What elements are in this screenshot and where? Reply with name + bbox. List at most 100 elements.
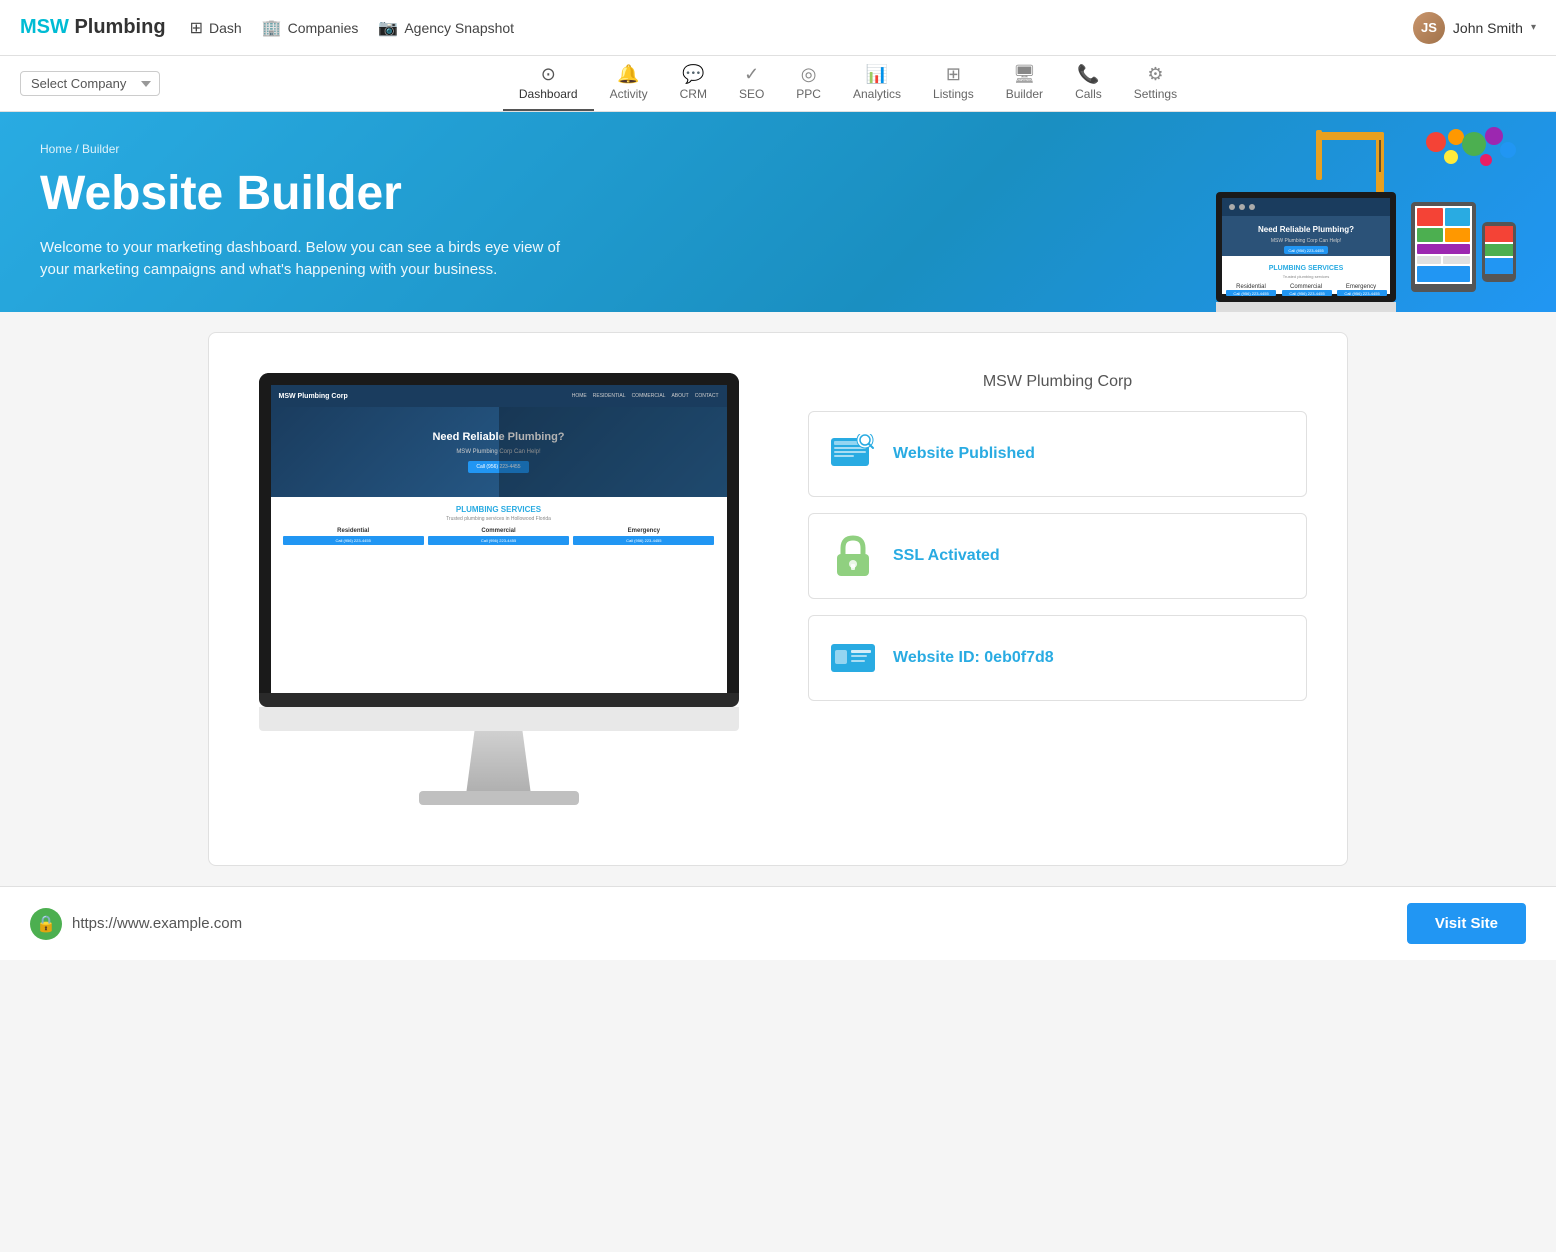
tab-ppc-label: PPC xyxy=(796,87,821,101)
tab-activity[interactable]: 🔔 Activity xyxy=(594,56,664,111)
tab-ppc[interactable]: ◎ PPC xyxy=(780,56,837,111)
tab-settings-label: Settings xyxy=(1134,87,1177,101)
imac-wrapper: MSW Plumbing Corp HOME RESIDENTIAL COMME… xyxy=(259,373,739,805)
imac-nav: MSW Plumbing Corp HOME RESIDENTIAL COMME… xyxy=(271,385,727,407)
companies-icon: 🏢 xyxy=(262,18,282,38)
svg-text:Residential: Residential xyxy=(1236,284,1266,290)
nav-snapshot-label: Agency Snapshot xyxy=(404,20,514,36)
website-id-label: Website ID: 0eb0f7d8 xyxy=(893,649,1054,667)
brand-msw: MSW xyxy=(20,16,69,38)
tab-listings[interactable]: ⊞ Listings xyxy=(917,56,990,111)
analytics-tab-icon: 📊 xyxy=(866,64,888,85)
imac-services: Residential Call (956) 223-4455 Commerci… xyxy=(283,528,715,545)
url-https: https:// xyxy=(72,915,117,932)
imac-service-btn: Call (956) 223-4455 xyxy=(573,536,714,545)
main-content: MSW Plumbing Corp HOME RESIDENTIAL COMME… xyxy=(178,312,1378,886)
status-card-published: Website Published xyxy=(808,411,1307,497)
tab-analytics-label: Analytics xyxy=(853,87,901,101)
illustration-svg: Need Reliable Plumbing? MSW Plumbing Cor… xyxy=(1196,122,1516,312)
status-card-id: Website ID: 0eb0f7d8 xyxy=(808,615,1307,701)
tab-seo-label: SEO xyxy=(739,87,764,101)
svg-text:Call (956) 223-4455: Call (956) 223-4455 xyxy=(1289,291,1325,296)
nav-companies[interactable]: 🏢 Companies xyxy=(262,18,359,38)
seo-tab-icon: ✓ xyxy=(744,64,759,85)
imac-nav-link-about: ABOUT xyxy=(671,393,688,399)
imac-nav-links: HOME RESIDENTIAL COMMERCIAL ABOUT CONTAC… xyxy=(572,393,719,399)
top-nav: MSW Plumbing ⊞ Dash 🏢 Companies 📷 Agency… xyxy=(0,0,1556,56)
tab-activity-label: Activity xyxy=(610,87,648,101)
imac-border-bottom xyxy=(259,693,739,707)
svg-text:PLUMBING SERVICES: PLUMBING SERVICES xyxy=(1269,265,1344,272)
visit-site-button[interactable]: Visit Site xyxy=(1407,903,1526,944)
website-published-icon xyxy=(829,430,877,478)
website-published-label: Website Published xyxy=(893,445,1035,463)
imac-service-commercial: Commercial Call (956) 223-4455 xyxy=(428,528,569,545)
info-section: MSW Plumbing Corp xyxy=(788,353,1327,825)
imac-stand xyxy=(459,731,539,791)
calls-tab-icon: 📞 xyxy=(1077,64,1099,85)
status-card-ssl: SSL Activated xyxy=(808,513,1307,599)
svg-text:Need Reliable Plumbing?: Need Reliable Plumbing? xyxy=(1258,225,1354,234)
dashboard-icon: ⊞ xyxy=(190,18,203,38)
website-id-icon xyxy=(829,634,877,682)
url-domain: www.example.com xyxy=(117,915,242,932)
svg-text:MSW Plumbing Corp Can Help!: MSW Plumbing Corp Can Help! xyxy=(1271,238,1341,244)
avatar: JS xyxy=(1413,12,1445,44)
user-menu[interactable]: JS John Smith ▾ xyxy=(1413,12,1536,44)
brand-plumbing: Plumbing xyxy=(69,16,166,38)
imac-service-title: Residential xyxy=(283,528,424,534)
hero-banner: Home / Builder Website Builder Welcome t… xyxy=(0,112,1556,312)
svg-text:Commercial: Commercial xyxy=(1290,284,1322,290)
lock-icon: 🔒 xyxy=(36,914,56,934)
chevron-down-icon: ▾ xyxy=(1531,22,1536,33)
nav-dash[interactable]: ⊞ Dash xyxy=(190,18,242,38)
svg-text:Call (956) 223-4455: Call (956) 223-4455 xyxy=(1233,291,1269,296)
imac-nav-link-contact: CONTACT xyxy=(695,393,719,399)
crm-tab-icon: 💬 xyxy=(682,64,704,85)
tab-calls[interactable]: 📞 Calls xyxy=(1059,56,1118,111)
imac-service-emergency: Emergency Call (956) 223-4455 xyxy=(573,528,714,545)
nav-snapshot[interactable]: 📷 Agency Snapshot xyxy=(378,18,514,38)
brand: MSW Plumbing xyxy=(20,16,166,39)
secondary-nav: Select Company ⊙ Dashboard 🔔 Activity 💬 … xyxy=(0,56,1556,112)
imac-service-title: Commercial xyxy=(428,528,569,534)
tab-crm[interactable]: 💬 CRM xyxy=(664,56,723,111)
content-card: MSW Plumbing Corp HOME RESIDENTIAL COMME… xyxy=(208,332,1348,866)
preview-section: MSW Plumbing Corp HOME RESIDENTIAL COMME… xyxy=(229,353,768,825)
imac-service-btn: Call (956) 223-4455 xyxy=(283,536,424,545)
tab-seo[interactable]: ✓ SEO xyxy=(723,56,780,111)
tab-builder-label: Builder xyxy=(1006,87,1043,101)
hero-subtitle: Welcome to your marketing dashboard. Bel… xyxy=(40,237,560,282)
site-url: 🔒 https://www.example.com xyxy=(30,908,242,940)
imac-service-residential: Residential Call (956) 223-4455 xyxy=(283,528,424,545)
imac-section-sub: Trusted plumbing services in Hollowood F… xyxy=(283,516,715,522)
tab-settings[interactable]: ⚙ Settings xyxy=(1118,56,1193,111)
imac-hero-bg xyxy=(499,407,727,497)
tab-crm-label: CRM xyxy=(680,87,707,101)
listings-tab-icon: ⊞ xyxy=(946,64,961,85)
imac-section: PLUMBING SERVICES Trusted plumbing servi… xyxy=(271,497,727,553)
imac-chin xyxy=(259,707,739,731)
top-nav-left: MSW Plumbing ⊞ Dash 🏢 Companies 📷 Agency… xyxy=(20,16,514,39)
company-name: MSW Plumbing Corp xyxy=(808,373,1307,391)
dashboard-tab-icon: ⊙ xyxy=(541,64,556,85)
imac-section-title: PLUMBING SERVICES xyxy=(283,505,715,514)
lock-icon-svg xyxy=(833,534,873,578)
imac-base xyxy=(419,791,579,805)
tab-analytics[interactable]: 📊 Analytics xyxy=(837,56,917,111)
tab-dashboard[interactable]: ⊙ Dashboard xyxy=(503,56,594,111)
tab-builder[interactable]: 🖥 Builder xyxy=(990,56,1059,111)
tab-listings-label: Listings xyxy=(933,87,974,101)
user-name: John Smith xyxy=(1453,20,1523,36)
nav-tabs: ⊙ Dashboard 🔔 Activity 💬 CRM ✓ SEO ◎ PPC… xyxy=(503,56,1193,111)
ppc-tab-icon: ◎ xyxy=(801,64,817,85)
snapshot-icon: 📷 xyxy=(378,18,398,38)
company-select[interactable]: Select Company xyxy=(20,71,160,96)
ssl-activated-label: SSL Activated xyxy=(893,547,1000,565)
svg-text:Call (956) 223-4455: Call (956) 223-4455 xyxy=(1344,291,1380,296)
builder-tab-icon: 🖥 xyxy=(1013,64,1036,85)
bottom-bar: 🔒 https://www.example.com Visit Site xyxy=(0,886,1556,960)
id-icon-svg xyxy=(829,640,877,676)
ssl-icon xyxy=(829,532,877,580)
imac-nav-link-home: HOME xyxy=(572,393,587,399)
